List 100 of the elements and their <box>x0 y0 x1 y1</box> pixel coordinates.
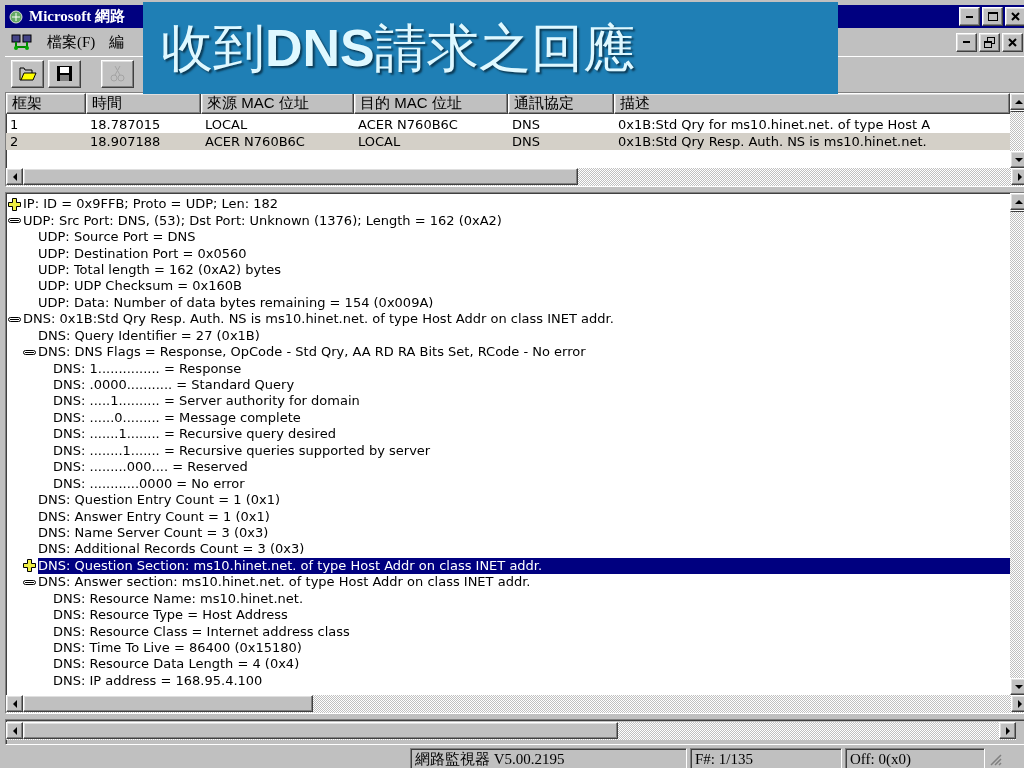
table-cell-text: 18.907188 <box>89 134 162 149</box>
column-header[interactable]: 來源 MAC 位址 <box>201 93 354 114</box>
scroll-right-button[interactable] <box>1011 168 1024 185</box>
table-cell-text: DNS <box>511 134 541 149</box>
scrollbar-thumb[interactable] <box>23 722 618 739</box>
tree-item[interactable]: DNS: Answer section: ms10.hinet.net. of type Host Addr on class INET addr. <box>38 574 535 591</box>
status-field: Off: 0(x0) <box>845 748 985 768</box>
collapse-icon[interactable] <box>23 347 36 357</box>
maximize-icon <box>986 10 999 23</box>
tree-item[interactable]: UDP: Destination Port = 0x0560 <box>38 245 251 262</box>
tree-item[interactable]: DNS: ............0000 = No error <box>53 475 249 492</box>
tree-item[interactable]: UDP: Src Port: DNS, (53); Dst Port: Unknown (1376); Length = 162 (0xA2) <box>23 212 506 229</box>
packet-row[interactable]: 2 18.907188 ACER N760B6C LOCAL DNS 0x1B:Std Qry Resp. Auth. NS is ms10.hinet.net. <box>6 133 1010 150</box>
left-arrow-icon <box>12 699 17 708</box>
scroll-right-button[interactable] <box>1011 695 1024 712</box>
status-field: 網路監視器 V5.00.2195 <box>410 748 687 768</box>
scroll-left-button[interactable] <box>6 722 23 739</box>
tree-item[interactable]: DNS: Resource Name: ms10.hinet.net. <box>53 590 307 607</box>
column-header[interactable]: 描述 <box>614 93 1010 114</box>
left-arrow-icon <box>12 726 17 735</box>
vertical-scrollbar[interactable] <box>1010 93 1024 168</box>
menu-item[interactable]: 編 <box>109 32 125 52</box>
right-arrow-icon <box>1017 172 1022 181</box>
tree-item[interactable]: DNS: ........1....... = Recursive queries supported by server <box>53 442 435 459</box>
tree-item[interactable]: DNS: 0x1B:Std Qry Resp. Auth. NS is ms10.hinet.net. of type Host Addr on class INET addr. <box>23 311 618 328</box>
scrollbar-thumb[interactable] <box>1010 210 1024 212</box>
tree-item[interactable]: DNS: .....1.......... = Server authority for domain <box>53 393 364 410</box>
tree-item[interactable]: UDP: UDP Checksum = 0x160B <box>38 278 246 295</box>
collapse-icon[interactable] <box>8 216 21 226</box>
column-header[interactable]: 目的 MAC 位址 <box>354 93 508 114</box>
close-icon <box>1006 35 1019 49</box>
close-icon <box>1009 10 1022 23</box>
maximize-button[interactable] <box>982 7 1003 26</box>
scrollbar-thumb[interactable] <box>23 168 578 185</box>
scroll-left-button[interactable] <box>6 168 23 185</box>
collapse-icon[interactable] <box>23 577 36 587</box>
scroll-down-button[interactable] <box>1010 678 1024 695</box>
save-button[interactable] <box>48 59 81 88</box>
tree-item[interactable]: DNS: IP address = 168.95.4.100 <box>53 672 267 689</box>
table-cell-text: ACER N760B6C <box>204 134 306 149</box>
minimize-button[interactable] <box>959 7 980 26</box>
restore-icon <box>983 35 996 49</box>
horizontal-scrollbar[interactable] <box>6 695 1024 713</box>
scroll-left-button[interactable] <box>6 695 23 712</box>
tree-item[interactable]: DNS: Time To Live = 86400 (0x15180) <box>53 640 306 657</box>
tree-item[interactable]: DNS: .......1........ = Recursive query desired <box>53 426 340 443</box>
scrollbar-thumb[interactable] <box>1010 110 1024 112</box>
tree-item[interactable]: DNS: Answer Entry Count = 1 (0x1) <box>38 508 274 525</box>
scroll-up-button[interactable] <box>1010 93 1024 110</box>
table-cell-text: LOCAL <box>357 134 402 149</box>
table-cell-text: LOCAL <box>204 117 249 132</box>
app-icon <box>8 8 24 25</box>
tree-item[interactable]: DNS: ......0......... = Message complete <box>53 409 305 426</box>
down-arrow-icon <box>1014 157 1023 162</box>
close-button[interactable] <box>1005 7 1024 26</box>
column-header[interactable]: 通訊協定 <box>508 93 614 114</box>
tree-item[interactable]: DNS: Resource Type = Host Address <box>53 607 292 624</box>
status-field: F#: 1/135 <box>690 748 842 768</box>
close-button[interactable] <box>1002 32 1023 52</box>
tree-item[interactable]: DNS: Additional Records Count = 3 (0x3) <box>38 541 309 558</box>
scroll-down-button[interactable] <box>1010 151 1024 168</box>
horizontal-scrollbar[interactable] <box>6 722 1016 740</box>
minimize-button[interactable] <box>956 32 977 52</box>
menu-item[interactable]: 檔案(F) <box>47 32 96 52</box>
tree-item[interactable]: UDP: Data: Number of data bytes remaining = 154 (0x009A) <box>38 294 438 311</box>
packet-row[interactable]: 1 18.787015 LOCAL ACER N760B6C DNS 0x1B:Std Qry for ms10.hinet.net. of type Host A <box>6 116 1010 133</box>
horizontal-scrollbar[interactable] <box>6 168 1024 186</box>
tree-item[interactable]: DNS: Resource Class = Internet address class <box>53 623 354 640</box>
tree-item[interactable]: DNS: .0000........... = Standard Query <box>53 377 299 394</box>
tree-item[interactable]: DNS: Name Server Count = 3 (0x3) <box>38 524 273 541</box>
tree-item[interactable]: UDP: Source Port = DNS <box>38 229 200 246</box>
scrollbar-thumb[interactable] <box>23 695 313 712</box>
vertical-scrollbar[interactable] <box>1010 193 1024 695</box>
tree-item[interactable]: DNS: 1............... = Response <box>53 360 246 377</box>
table-cell-text: 2 <box>9 134 20 149</box>
table-cell-text: 1 <box>9 117 20 132</box>
table-cell-text: 0x1B:Std Qry for ms10.hinet.net. of type Host A <box>617 117 932 132</box>
scroll-right-button[interactable] <box>999 722 1016 739</box>
tree-item[interactable]: DNS: Resource Data Length = 4 (0x4) <box>53 656 304 673</box>
expand-icon[interactable] <box>8 197 21 211</box>
left-arrow-icon <box>12 172 17 181</box>
column-header[interactable]: 框架 <box>6 93 86 114</box>
resize-grip-icon <box>988 752 1002 766</box>
slide-title: 收到DNS請求之回應 <box>161 22 635 74</box>
open-button[interactable] <box>11 59 44 88</box>
tree-item[interactable]: UDP: Total length = 162 (0xA2) bytes <box>38 261 286 278</box>
collapse-icon[interactable] <box>8 314 21 324</box>
tree-item[interactable]: DNS: Question Section: ms10.hinet.net. of type Host Addr on class INET addr. <box>38 557 1010 574</box>
tree-item[interactable]: DNS: .........000.... = Reserved <box>53 459 252 476</box>
scroll-up-button[interactable] <box>1010 193 1024 210</box>
table-cell-text: ACER N760B6C <box>357 117 459 132</box>
restore-button[interactable] <box>979 32 1000 52</box>
tree-item[interactable]: DNS: Query Identifier = 27 (0x1B) <box>38 327 264 344</box>
window-title: Microsoft 網路 <box>29 7 125 26</box>
tree-item[interactable]: IP: ID = 0x9FFB; Proto = UDP; Len: 182 <box>23 196 283 213</box>
table-cell-text: DNS <box>511 117 541 132</box>
column-header[interactable]: 時間 <box>86 93 201 114</box>
tree-item[interactable]: DNS: DNS Flags = Response, OpCode - Std Qry, AA RD RA Bits Set, RCode - No error <box>38 344 590 361</box>
tree-item[interactable]: DNS: Question Entry Count = 1 (0x1) <box>38 492 285 509</box>
expand-icon[interactable] <box>23 559 36 573</box>
